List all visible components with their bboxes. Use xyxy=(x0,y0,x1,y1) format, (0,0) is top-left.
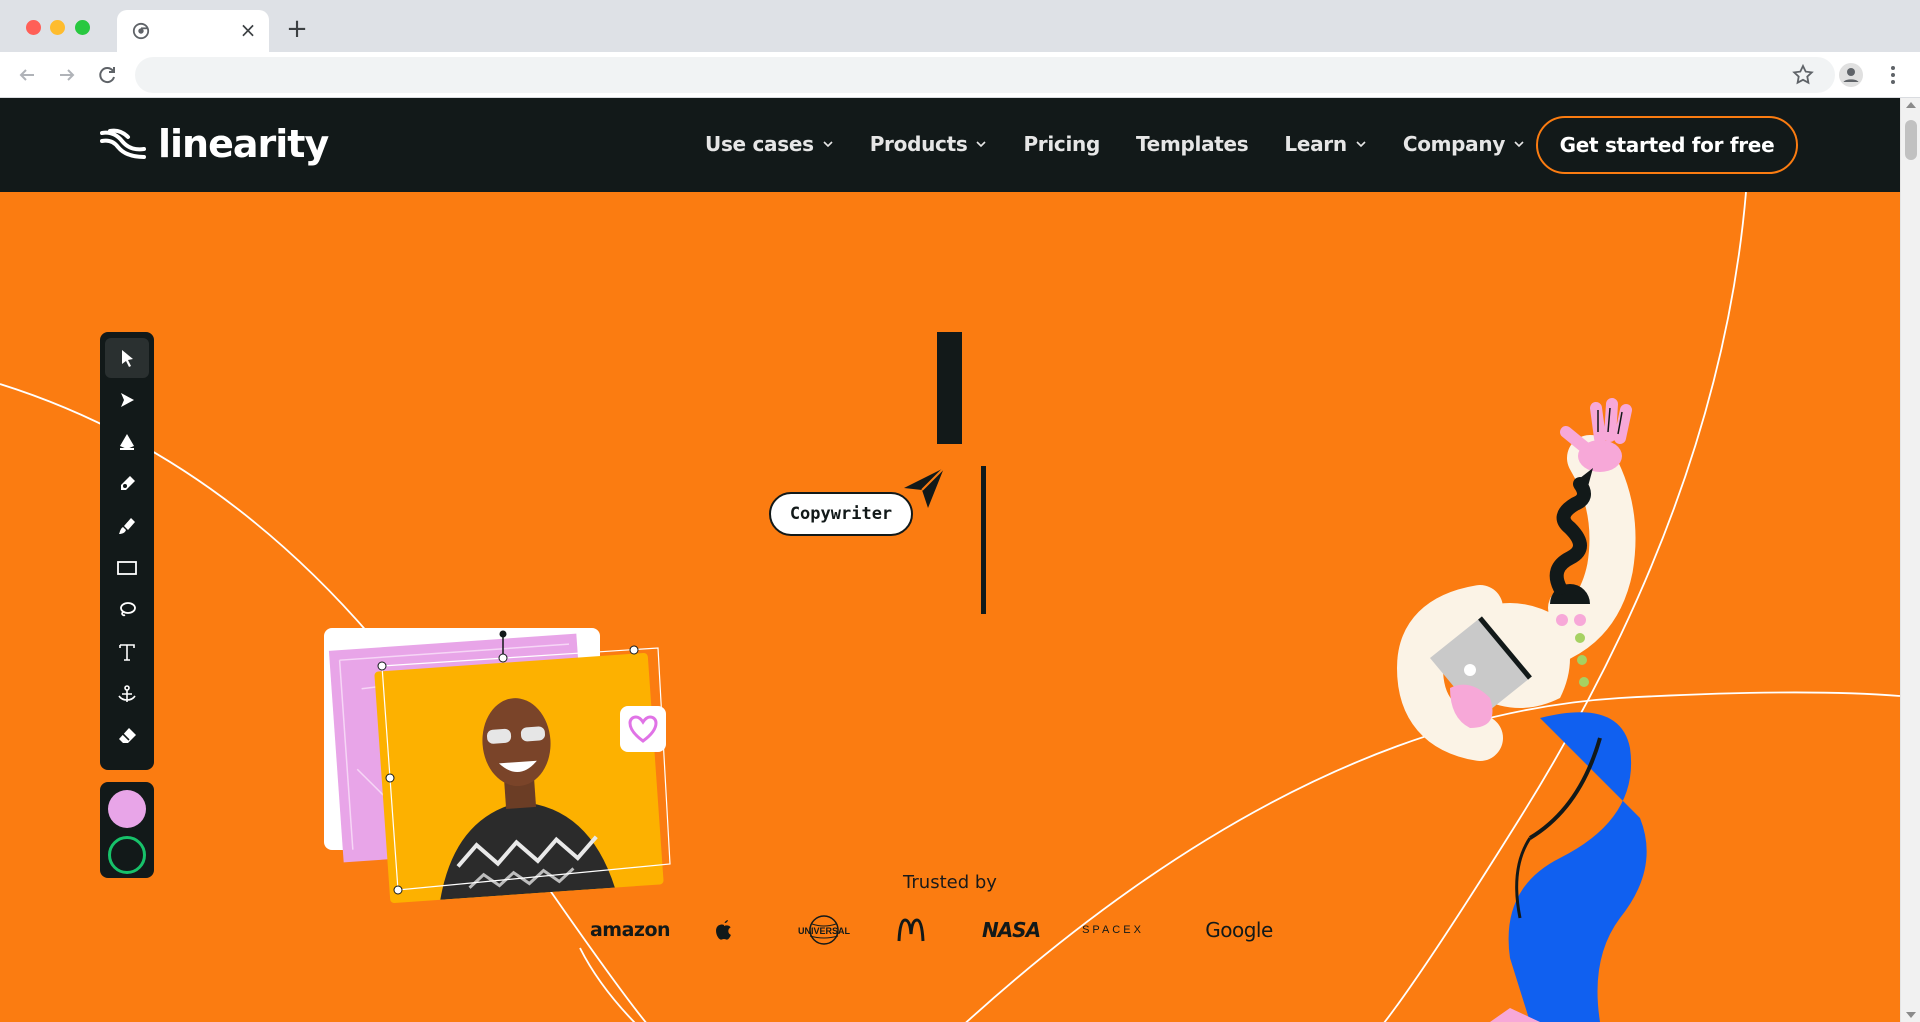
trusted-logos-row: amazon UNIVERSAL NASA SPACEX Google xyxy=(589,910,1273,950)
pencil-tool-icon xyxy=(121,476,135,490)
reload-icon[interactable] xyxy=(94,62,120,88)
chevron-down-icon xyxy=(1514,141,1524,148)
nav-label: Templates xyxy=(1136,132,1249,156)
brush-tool[interactable] xyxy=(105,506,149,546)
apple-logo-icon xyxy=(716,920,731,940)
selection-tool[interactable] xyxy=(105,338,149,378)
spacex-logo: SPACEX xyxy=(1082,924,1144,936)
address-bar[interactable] xyxy=(135,57,1835,93)
linearity-logo[interactable]: linearity xyxy=(100,120,329,168)
chevron-down-icon xyxy=(976,141,987,148)
collaborator-name-tag: Copywriter xyxy=(769,492,913,536)
nav-learn[interactable]: Learn xyxy=(1284,132,1366,156)
fill-color-swatch[interactable] xyxy=(108,790,146,828)
chevron-down-icon xyxy=(823,141,833,148)
window-close-button[interactable] xyxy=(26,20,41,35)
nav-use-cases[interactable]: Use cases xyxy=(705,132,834,156)
page-scrollbar[interactable] xyxy=(1900,98,1920,1022)
nav-products[interactable]: Products xyxy=(870,132,988,156)
google-logo: Google xyxy=(1205,918,1273,942)
browser-toolbar xyxy=(0,52,1920,98)
eraser-tool[interactable] xyxy=(105,716,149,756)
mcdonalds-arches-icon xyxy=(897,918,925,942)
trusted-by-label: Trusted by xyxy=(903,872,997,893)
pen-tool-icon xyxy=(120,434,134,450)
pen-tool[interactable] xyxy=(105,422,149,462)
nav-pricing[interactable]: Pricing xyxy=(1023,132,1100,156)
node-tool-icon xyxy=(121,393,134,407)
text-cursor-block xyxy=(937,332,962,444)
profile-avatar-icon[interactable] xyxy=(1838,62,1864,88)
selection-tool-icon xyxy=(122,350,133,367)
scroll-down-icon[interactable] xyxy=(1906,1012,1916,1018)
main-nav: Use cases Products Pricing Templates Lea… xyxy=(705,126,1525,162)
site-header: linearity Use cases Products Pricing Tem… xyxy=(0,98,1900,192)
nav-label: Company xyxy=(1402,132,1506,156)
amazon-logo: amazon xyxy=(589,919,671,941)
anchor-tool[interactable] xyxy=(105,674,149,714)
new-tab-button[interactable]: + xyxy=(284,16,310,42)
tab-close-icon[interactable]: × xyxy=(237,19,259,41)
eraser-tool-icon xyxy=(119,728,136,743)
node-tool[interactable] xyxy=(105,380,149,420)
forward-arrow-icon[interactable] xyxy=(54,62,80,88)
scrollbar-thumb[interactable] xyxy=(1905,120,1917,160)
text-tool-icon xyxy=(119,644,135,661)
nav-label: Learn xyxy=(1284,132,1347,156)
pencil-tool[interactable] xyxy=(105,464,149,504)
back-arrow-icon[interactable] xyxy=(14,62,40,88)
nav-label: Use cases xyxy=(705,132,814,156)
brand-name: linearity xyxy=(158,122,329,166)
designer-illustration xyxy=(1396,398,1647,1022)
text-tool[interactable] xyxy=(105,632,149,672)
mcdonalds-logo xyxy=(896,918,926,942)
nav-company[interactable]: Company xyxy=(1403,132,1525,156)
scroll-up-icon[interactable] xyxy=(1906,102,1916,108)
lasso-tool-icon xyxy=(120,602,136,617)
browser-menu-icon[interactable] xyxy=(1880,62,1906,88)
get-started-button[interactable]: Get started for free xyxy=(1536,116,1798,174)
anchor-tool-icon xyxy=(118,685,136,702)
like-button[interactable] xyxy=(620,706,666,752)
browser-tab[interactable]: × xyxy=(117,10,269,52)
universal-wordmark: UNIVERSAL xyxy=(797,926,850,936)
chrome-favicon-icon xyxy=(132,22,150,40)
browser-tab-strip: × + xyxy=(0,0,1920,52)
bookmark-star-icon[interactable] xyxy=(1790,62,1816,88)
nav-label: Products xyxy=(869,132,968,156)
nav-templates[interactable]: Templates xyxy=(1136,132,1249,156)
window-minimize-button[interactable] xyxy=(50,20,65,35)
nasa-logo: NASA xyxy=(981,918,1041,942)
apple-logo xyxy=(712,918,736,942)
rectangle-tool[interactable] xyxy=(105,548,149,588)
heart-icon xyxy=(628,715,658,743)
nav-label: Pricing xyxy=(1023,132,1100,156)
color-palette xyxy=(100,782,154,878)
page-viewport: linearity Use cases Products Pricing Tem… xyxy=(0,98,1900,1022)
lasso-tool[interactable] xyxy=(105,590,149,630)
chevron-down-icon xyxy=(1356,141,1366,148)
window-maximize-button[interactable] xyxy=(75,20,90,35)
stroke-color-swatch[interactable] xyxy=(108,836,146,874)
rectangle-tool-icon xyxy=(117,561,137,575)
linearity-logo-icon xyxy=(100,128,146,159)
text-caret xyxy=(981,466,986,614)
brush-tool-icon xyxy=(119,518,135,534)
universal-logo: UNIVERSAL xyxy=(796,912,852,948)
tool-palette xyxy=(100,332,154,770)
